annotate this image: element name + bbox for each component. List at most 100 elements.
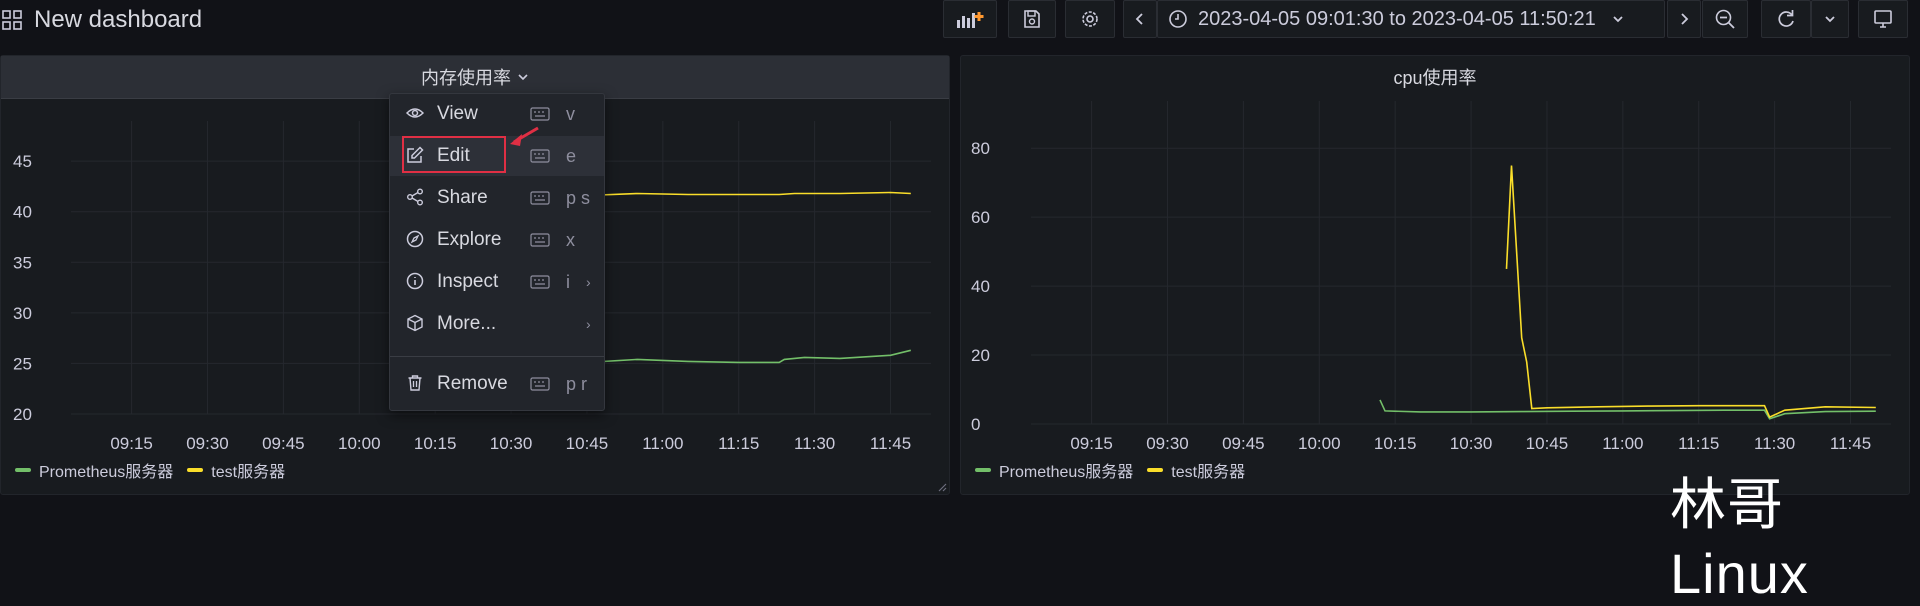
time-range-text: 2023-04-05 09:01:30 to 2023-04-05 11:50:… xyxy=(1198,7,1596,30)
x-tick-label: 10:00 xyxy=(338,434,381,453)
chevron-down-icon xyxy=(1825,16,1835,23)
menu-item-label: Explore xyxy=(437,229,502,250)
y-tick-label: 35 xyxy=(13,253,32,272)
dashboard-title[interactable]: New dashboard xyxy=(34,6,202,34)
keyboard-icon xyxy=(530,191,550,205)
x-tick-label: 11:30 xyxy=(794,434,835,453)
menu-divider xyxy=(390,356,604,357)
clock-icon xyxy=(1169,10,1187,28)
menu-item-share[interactable]: Share p s xyxy=(390,178,604,218)
x-tick-label: 09:15 xyxy=(110,434,153,453)
menu-item-more[interactable]: More... › xyxy=(390,304,604,344)
time-shift-forward-button[interactable] xyxy=(1667,0,1701,38)
memory-legend: Prometheus服务器 test服务器 xyxy=(15,458,285,482)
y-tick-label: 40 xyxy=(971,277,990,296)
dashboard-settings-button[interactable] xyxy=(1065,0,1115,38)
x-tick-label: 09:30 xyxy=(186,434,229,453)
share-icon xyxy=(407,188,423,206)
zoom-out-icon xyxy=(1715,9,1735,29)
eye-icon xyxy=(406,108,424,118)
y-tick-label: 25 xyxy=(13,354,32,373)
keyboard-icon xyxy=(530,377,550,391)
y-tick-label: 20 xyxy=(971,346,990,365)
legend-swatch-yellow xyxy=(187,468,204,472)
series-line xyxy=(586,349,911,364)
tv-mode-button[interactable] xyxy=(1858,0,1908,38)
x-tick-label: 11:45 xyxy=(870,434,911,453)
menu-shortcut: i xyxy=(566,271,570,292)
x-tick-label: 09:45 xyxy=(262,434,305,453)
legend-label: test服务器 xyxy=(211,464,286,481)
menu-item-label: More... xyxy=(437,313,497,334)
x-tick-label: 09:30 xyxy=(1146,434,1189,453)
x-tick-label: 10:30 xyxy=(1450,434,1493,453)
legend-label: Prometheus服务器 xyxy=(39,464,174,481)
y-tick-label: 80 xyxy=(971,139,990,158)
resize-handle-icon[interactable] xyxy=(937,482,947,492)
legend-label: test服务器 xyxy=(1171,464,1246,481)
menu-item-label: Inspect xyxy=(437,271,499,292)
y-tick-label: 40 xyxy=(13,203,32,222)
y-tick-label: 0 xyxy=(971,415,980,434)
menu-item-remove[interactable]: Remove p r xyxy=(390,364,604,404)
x-tick-label: 09:15 xyxy=(1070,434,1113,453)
legend-item-prometheus[interactable]: Prometheus服务器 xyxy=(15,458,173,482)
info-icon xyxy=(406,272,424,290)
menu-shortcut: e xyxy=(566,145,577,166)
chevron-right-icon xyxy=(1681,13,1689,25)
cpu-usage-panel[interactable]: cpu使用率 80 60 40 20 0 09:15 09:30 09:45 10:00 10:1… xyxy=(960,55,1910,495)
cpu-chart: 80 60 40 20 0 09:15 09:30 09:45 10:00 10:15 10:30 1… xyxy=(971,101,1891,453)
menu-item-inspect[interactable]: Inspect i › xyxy=(390,262,604,302)
submenu-chevron-icon: › xyxy=(586,316,591,332)
x-tick-label: 10:15 xyxy=(1374,434,1417,453)
x-tick-label: 10:15 xyxy=(414,434,457,453)
x-tick-label: 09:45 xyxy=(1222,434,1265,453)
annotation-arrow-icon xyxy=(510,126,539,146)
submenu-chevron-icon: › xyxy=(586,274,591,290)
legend-swatch-green xyxy=(15,468,31,472)
gear-icon xyxy=(1082,11,1098,27)
time-range-picker[interactable]: 2023-04-05 09:01:30 to 2023-04-05 11:50:… xyxy=(1157,0,1665,38)
keyboard-icon xyxy=(530,275,550,289)
chevron-left-icon xyxy=(1135,13,1143,25)
x-tick-label: 11:00 xyxy=(642,434,683,453)
add-panel-button[interactable] xyxy=(943,0,997,38)
refresh-interval-button[interactable] xyxy=(1811,0,1849,38)
series-line xyxy=(586,191,911,197)
time-shift-back-button[interactable] xyxy=(1123,0,1157,38)
legend-item-test[interactable]: test服务器 xyxy=(187,458,285,482)
keyboard-icon xyxy=(530,233,550,247)
apps-grid-icon[interactable] xyxy=(2,10,22,30)
cube-icon xyxy=(407,314,423,332)
legend-item-test[interactable]: test服务器 xyxy=(1147,458,1245,482)
x-tick-label: 11:45 xyxy=(1830,434,1871,453)
x-tick-label: 11:15 xyxy=(718,434,759,453)
zoom-out-button[interactable] xyxy=(1702,0,1748,38)
trash-icon xyxy=(408,375,422,391)
y-tick-label: 60 xyxy=(971,208,990,227)
menu-shortcut: v xyxy=(566,103,575,124)
legend-item-prometheus[interactable]: Prometheus服务器 xyxy=(975,458,1133,482)
legend-label: Prometheus服务器 xyxy=(999,464,1134,481)
save-dashboard-button[interactable] xyxy=(1008,0,1056,38)
menu-shortcut: p r xyxy=(566,373,588,394)
y-tick-label: 30 xyxy=(13,304,32,323)
y-tick-label: 20 xyxy=(13,405,32,424)
x-tick-label: 11:15 xyxy=(1678,434,1719,453)
menu-item-view[interactable]: View v xyxy=(390,94,604,134)
x-tick-label: 10:30 xyxy=(490,434,533,453)
y-tick-label: 45 xyxy=(13,152,32,171)
x-tick-label: 10:45 xyxy=(1526,434,1569,453)
legend-swatch-green xyxy=(975,468,991,472)
menu-item-explore[interactable]: Explore x xyxy=(390,220,604,260)
refresh-button[interactable] xyxy=(1761,0,1811,38)
monitor-icon xyxy=(1874,10,1892,28)
refresh-icon xyxy=(1778,10,1794,27)
cpu-legend: Prometheus服务器 test服务器 xyxy=(975,458,1245,482)
menu-shortcut: x xyxy=(566,229,575,250)
top-bar: New dashboard 2023-04-05 09:01:30 to 202… xyxy=(0,0,1920,40)
edit-annotation-box xyxy=(402,136,506,173)
x-tick-label: 10:45 xyxy=(566,434,609,453)
x-tick-label: 10:00 xyxy=(1298,434,1341,453)
menu-item-label: View xyxy=(437,103,478,124)
